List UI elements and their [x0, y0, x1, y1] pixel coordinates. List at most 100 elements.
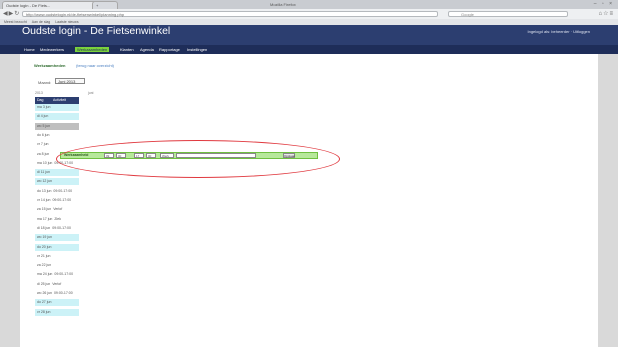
highlight-annotation — [56, 140, 340, 178]
nav-item-home[interactable]: Home — [24, 47, 35, 52]
day-label: za 8 jun — [37, 151, 50, 156]
day-label: di 4 jun — [37, 114, 49, 119]
day-detail — [50, 124, 52, 128]
day-detail — [51, 245, 53, 249]
day-label: do 20 jun — [37, 244, 52, 249]
nav-item-klanten[interactable]: Klanten — [120, 47, 134, 52]
table-header: Dag Activiteit — [35, 97, 79, 104]
day-label: vr 21 jun — [37, 253, 51, 258]
new-tab-button[interactable]: + — [92, 1, 118, 9]
day-row[interactable]: wo 12 jun — [35, 178, 79, 186]
day-label: vr 14 jun — [37, 198, 51, 202]
day-detail: 09:00-17:00 — [52, 198, 72, 202]
day-label: di 11 jun — [37, 170, 50, 175]
window-controls[interactable]: – ▫ × — [594, 1, 614, 7]
day-label: ma 24 jun — [37, 272, 53, 277]
day-detail: 09:00-17:00 — [54, 272, 74, 277]
day-row[interactable]: wo 5 jun — [35, 122, 79, 130]
day-label: do 13 jun — [37, 188, 52, 193]
nav-item-rapportage[interactable]: Rapportage — [159, 47, 180, 52]
day-detail — [51, 263, 53, 267]
search-input[interactable]: Google — [448, 11, 568, 17]
day-label: wo 5 jun — [37, 123, 51, 128]
day-label: wo 26 jun — [37, 291, 52, 295]
day-label: do 6 jun — [37, 132, 50, 137]
day-detail — [49, 152, 51, 156]
day-row[interactable]: wo 26 jun 09:00-17:00 — [35, 290, 79, 297]
day-label: vr 7 jun — [37, 142, 49, 147]
day-row[interactable]: do 20 jun — [35, 243, 79, 251]
url-input[interactable]: http://www.oudstelogin.nl/de-fietsenwink… — [22, 11, 438, 17]
nav-item-instellingen[interactable]: Instellingen — [187, 47, 207, 52]
nav-item-werkzaamheden[interactable]: Werkzaamheden — [75, 47, 110, 52]
day-row[interactable]: vr 14 jun 09:00-17:00 — [35, 197, 79, 204]
month-select[interactable]: Juni 2013 — [55, 78, 85, 84]
day-label: do 27 jun — [37, 300, 52, 305]
bookmark-item[interactable]: Aan de slag — [32, 20, 51, 24]
day-detail: 09:00-17:00 — [53, 188, 73, 193]
day-detail — [48, 142, 50, 146]
day-label: wo 12 jun — [37, 179, 52, 184]
day-row[interactable]: ma 24 jun 09:00-17:00 — [35, 271, 79, 278]
year-label: 2013 — [35, 91, 43, 95]
day-detail: Verlof — [52, 281, 62, 286]
day-row[interactable]: di 4 jun — [35, 113, 79, 121]
day-detail — [52, 235, 54, 239]
month-label: Maand: — [38, 80, 52, 85]
day-label: za 22 jun — [37, 263, 52, 268]
bookmark-item[interactable]: Meest bezocht — [4, 20, 27, 24]
day-detail — [49, 133, 51, 137]
day-detail: Verlof — [53, 207, 63, 212]
day-row[interactable]: do 27 jun — [35, 299, 79, 307]
day-label: vr 28 jun — [37, 309, 51, 314]
page-title: Werkzaamheden — [34, 63, 66, 68]
column-header-day: Dag — [37, 98, 44, 102]
browser-tab-strip: Oudste login - De Fiets... + — [0, 0, 618, 9]
day-detail — [51, 300, 53, 304]
day-detail — [50, 254, 52, 258]
day-detail — [48, 114, 50, 118]
day-detail: Ziek — [54, 216, 61, 221]
day-row[interactable]: vr 7 jun — [35, 141, 79, 148]
day-label: ma 17 jun — [37, 216, 53, 221]
day-label: ma 10 jun — [37, 160, 53, 165]
day-detail — [52, 179, 54, 183]
nav-item-medewerkers[interactable]: Medewerkers — [40, 47, 64, 52]
user-info[interactable]: Ingelogd als: beheerder · Uitloggen — [528, 29, 591, 34]
bookmark-item[interactable]: Laatste nieuws — [55, 20, 78, 24]
day-label: ma 3 jun — [37, 105, 51, 109]
day-row[interactable]: vr 28 jun — [35, 308, 79, 316]
day-detail — [50, 310, 52, 314]
day-row[interactable]: di 11 jun — [35, 169, 79, 177]
content-panel — [20, 54, 598, 347]
day-row[interactable]: vr 21 jun — [35, 253, 79, 260]
day-label: di 18 jun — [37, 225, 51, 230]
day-row[interactable]: ma 17 jun Ziek — [35, 216, 79, 223]
day-row[interactable]: do 13 jun 09:00-17:00 — [35, 188, 79, 195]
day-label: di 25 jun — [37, 281, 51, 286]
browser-tab[interactable]: Oudste login - De Fiets... — [2, 1, 98, 9]
day-row[interactable]: ma 3 jun — [35, 104, 79, 111]
day-row[interactable]: di 25 jun Verlof — [35, 281, 79, 288]
site-title: Oudste login - De Fietsenwinkel — [22, 25, 171, 37]
back-link[interactable]: (terug naar overzicht) — [76, 63, 114, 68]
day-detail: 09:00-17:00 — [52, 225, 71, 230]
reload-icon[interactable]: ↻ — [14, 10, 20, 18]
window-title: Mozilla Firefox — [270, 2, 296, 7]
day-row[interactable]: di 18 jun 09:00-17:00 — [35, 225, 79, 232]
day-row[interactable]: wo 19 jun — [35, 234, 79, 242]
day-row[interactable]: za 15 jun Verlof — [35, 206, 79, 213]
month-short-label: juni — [88, 91, 94, 95]
nav-buttons: ◀▶↻ — [3, 10, 20, 18]
day-detail — [50, 105, 52, 109]
menu-icon[interactable]: ≡ — [609, 10, 614, 18]
day-row[interactable]: do 6 jun — [35, 132, 79, 139]
day-label: za 15 jun — [37, 207, 52, 212]
day-row[interactable]: za 22 jun — [35, 262, 79, 269]
column-header-activity: Activiteit — [53, 98, 67, 102]
day-label: wo 19 jun — [37, 235, 52, 240]
day-detail: 09:00-17:00 — [53, 291, 73, 295]
day-detail — [50, 170, 52, 174]
toolbar-icons: ⌂☆≡ — [598, 10, 614, 18]
nav-item-agenda[interactable]: Agenda — [140, 47, 154, 52]
